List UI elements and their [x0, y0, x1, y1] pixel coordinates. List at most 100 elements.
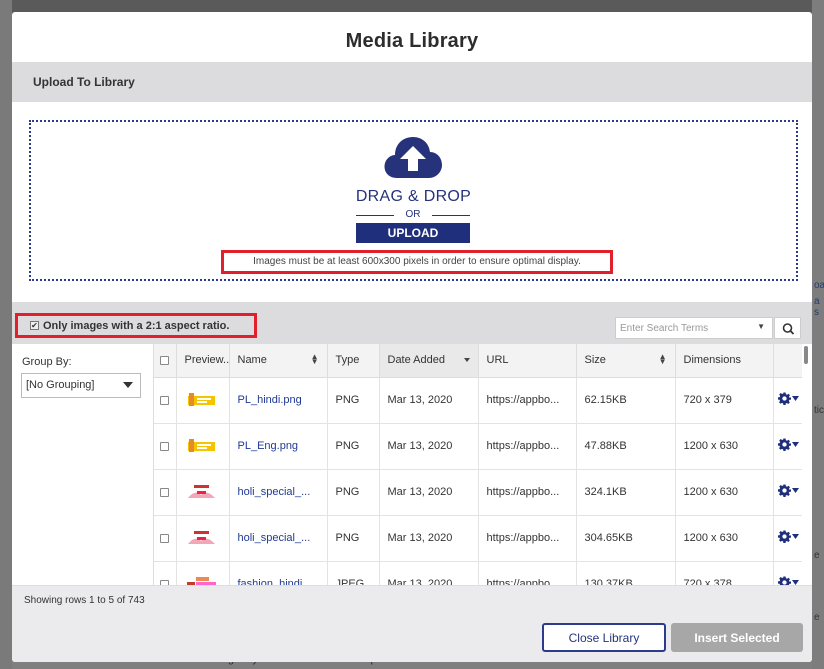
file-name-link[interactable]: PL_Eng.png	[238, 440, 299, 452]
file-name-link[interactable]: holi_special_...	[238, 486, 311, 498]
actions-cell[interactable]	[773, 423, 803, 470]
row-checkbox[interactable]	[160, 395, 169, 405]
table-row[interactable]: fashion_hindi... JPEG Mar 13, 2020 https://…	[154, 561, 803, 585]
column-header-name-label: Name	[237, 354, 267, 367]
preview-cell[interactable]	[176, 469, 230, 516]
name-cell[interactable]: fashion_hindi...	[229, 561, 328, 585]
select-all-checkbox[interactable]	[160, 355, 169, 365]
preview-cell[interactable]	[176, 423, 230, 470]
row-count-status: Showing rows 1 to 5 of 743	[24, 595, 145, 606]
date-cell: Mar 13, 2020	[379, 561, 479, 585]
preview-cell[interactable]	[176, 561, 230, 585]
thumbnail-image[interactable]	[184, 437, 218, 455]
name-cell[interactable]: PL_Eng.png	[229, 423, 328, 470]
table-row[interactable]: holi_special_... PNG Mar 13, 2020 https://a…	[154, 515, 803, 562]
media-library-modal: Media Library Upload To Library DRAG & D…	[12, 12, 812, 662]
column-header-actions	[773, 344, 803, 378]
url-cell: https://appbo...	[478, 561, 577, 585]
aspect-ratio-checkbox[interactable]: ✔	[30, 321, 39, 330]
size-cell: 47.88KB	[576, 423, 676, 470]
actions-cell[interactable]	[773, 561, 803, 585]
row-select-cell[interactable]	[154, 469, 177, 516]
gear-icon[interactable]	[777, 576, 791, 585]
thumbnail-image[interactable]	[184, 483, 218, 501]
gear-icon[interactable]	[777, 392, 791, 405]
table-row[interactable]: PL_hindi.png PNG Mar 13, 2020 https://appbo…	[154, 377, 803, 424]
size-cell: 130.37KB	[576, 561, 676, 585]
file-name-link[interactable]: holi_special_...	[238, 532, 311, 544]
gear-icon[interactable]	[777, 484, 791, 497]
row-actions-menu[interactable]	[777, 392, 799, 405]
upload-button[interactable]: UPLOAD	[356, 223, 470, 243]
date-cell: Mar 13, 2020	[379, 469, 479, 516]
name-cell[interactable]: PL_hindi.png	[229, 377, 328, 424]
group-by-value: [No Grouping]	[26, 379, 95, 391]
type-cell: PNG	[327, 515, 380, 562]
url-cell: https://appbo...	[478, 377, 577, 424]
row-select-cell[interactable]	[154, 561, 177, 585]
select-all-cell[interactable]	[154, 344, 177, 378]
search-input[interactable]	[620, 320, 750, 336]
dropzone[interactable]: DRAG & DROP OR UPLOAD Images must be at …	[29, 120, 798, 281]
row-select-cell[interactable]	[154, 377, 177, 424]
media-table: Preview... Name ▲ ▼ Type Date Added URL Si…	[154, 344, 803, 585]
search-button[interactable]	[774, 317, 801, 339]
table-row[interactable]: PL_Eng.png PNG Mar 13, 2020 https://appbo..…	[154, 423, 803, 470]
row-checkbox[interactable]	[160, 441, 169, 451]
column-header-preview[interactable]: Preview...	[176, 344, 230, 378]
date-cell: Mar 13, 2020	[379, 377, 479, 424]
actions-cell[interactable]	[773, 469, 803, 516]
file-name-link[interactable]: fashion_hindi...	[238, 578, 312, 585]
gear-icon[interactable]	[777, 530, 791, 543]
background-right-strip: oa a s tic e e	[812, 0, 824, 669]
row-actions-menu[interactable]	[777, 484, 799, 497]
url-cell: https://appbo...	[478, 515, 577, 562]
dimensions-cell: 720 x 379	[675, 377, 774, 424]
url-cell: https://appbo...	[478, 423, 577, 470]
preview-cell[interactable]	[176, 377, 230, 424]
chevron-down-icon	[123, 382, 133, 388]
scrollbar-thumb[interactable]	[804, 346, 808, 364]
thumbnail-image[interactable]	[184, 391, 218, 409]
dimensions-cell: 1200 x 630	[675, 423, 774, 470]
group-by-panel: Group By: [No Grouping]	[12, 344, 154, 585]
insert-selected-button[interactable]: Insert Selected	[671, 623, 803, 652]
gear-icon[interactable]	[777, 438, 791, 451]
name-cell[interactable]: holi_special_...	[229, 515, 328, 562]
column-header-size[interactable]: Size ▲ ▼	[576, 344, 676, 378]
name-cell[interactable]: holi_special_...	[229, 469, 328, 516]
type-cell: PNG	[327, 423, 380, 470]
table-scrollbar[interactable]	[802, 344, 812, 585]
row-checkbox[interactable]	[160, 533, 169, 543]
aspect-ratio-label[interactable]: Only images with a 2:1 aspect ratio.	[43, 320, 229, 332]
row-actions-menu[interactable]	[777, 438, 799, 451]
column-header-name[interactable]: Name ▲ ▼	[229, 344, 328, 378]
table-header-row: Preview... Name ▲ ▼ Type Date Added URL Si…	[154, 344, 803, 378]
column-header-dimensions[interactable]: Dimensions	[675, 344, 774, 378]
background-left-strip	[0, 0, 12, 669]
row-checkbox[interactable]	[160, 487, 169, 497]
column-header-type[interactable]: Type	[327, 344, 380, 378]
search-dropdown-caret-icon[interactable]: ▼	[757, 322, 765, 331]
row-actions-menu[interactable]	[777, 576, 799, 585]
close-library-button[interactable]: Close Library	[542, 623, 666, 652]
row-select-cell[interactable]	[154, 423, 177, 470]
bg-fragment: e	[814, 612, 820, 623]
actions-cell[interactable]	[773, 377, 803, 424]
table-row[interactable]: holi_special_... PNG Mar 13, 2020 https://a…	[154, 469, 803, 516]
row-select-cell[interactable]	[154, 515, 177, 562]
preview-cell[interactable]	[176, 515, 230, 562]
column-header-url[interactable]: URL	[478, 344, 577, 378]
date-cell: Mar 13, 2020	[379, 423, 479, 470]
group-by-select[interactable]: [No Grouping]	[21, 373, 141, 398]
actions-cell[interactable]	[773, 515, 803, 562]
row-actions-menu[interactable]	[777, 530, 799, 543]
bg-fragment: a s	[814, 296, 820, 318]
thumbnail-image[interactable]	[184, 575, 218, 585]
search-field[interactable]: ▼	[615, 317, 773, 339]
column-header-date-added[interactable]: Date Added	[379, 344, 479, 378]
size-cell: 324.1KB	[576, 469, 676, 516]
thumbnail-image[interactable]	[184, 529, 218, 547]
dimensions-cell: 1200 x 630	[675, 515, 774, 562]
file-name-link[interactable]: PL_hindi.png	[238, 394, 302, 406]
